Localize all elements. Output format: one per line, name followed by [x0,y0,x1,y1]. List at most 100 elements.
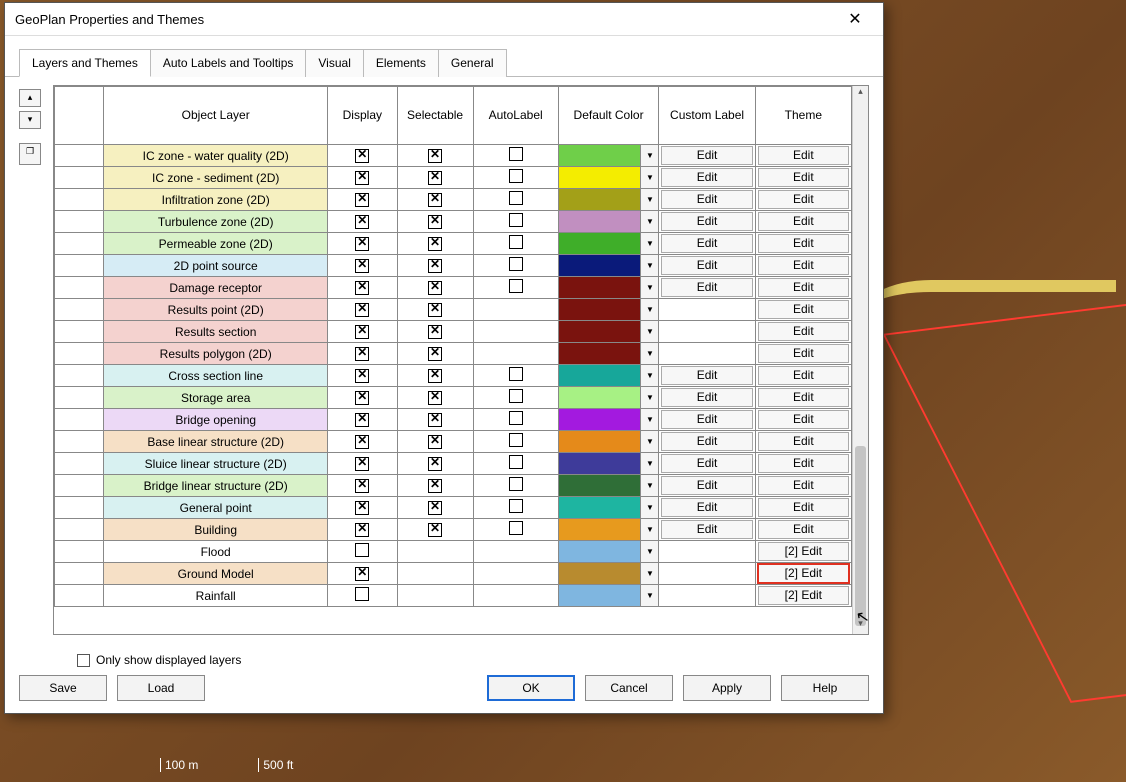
color-cell[interactable]: ▼ [558,563,659,585]
theme-cell[interactable]: Edit [755,189,851,211]
autolabel-cell-checkbox[interactable] [509,433,523,447]
layer-name-cell[interactable]: Results point (2D) [104,299,328,321]
display-cell-checkbox[interactable] [355,435,369,449]
row-header[interactable] [55,321,104,343]
autolabel-cell-checkbox[interactable] [509,279,523,293]
color-cell[interactable]: ▼ [558,255,659,277]
display-cell-checkbox[interactable] [355,215,369,229]
color-dropdown-icon[interactable]: ▼ [640,453,658,474]
theme-cell[interactable]: Edit [755,365,851,387]
autolabel-cell[interactable] [473,475,558,497]
selectable-cell[interactable] [397,519,473,541]
selectable-cell-checkbox[interactable] [428,347,442,361]
color-swatch[interactable] [559,541,641,562]
selectable-cell[interactable] [397,365,473,387]
color-dropdown-icon[interactable]: ▼ [640,585,658,606]
color-dropdown-icon[interactable]: ▼ [640,387,658,408]
theme-cell[interactable]: Edit [755,255,851,277]
custom-label-cell[interactable]: Edit [659,365,755,387]
autolabel-cell[interactable] [473,167,558,189]
display-cell[interactable] [328,541,397,563]
custom-label-cell[interactable]: Edit [659,497,755,519]
copy-icon[interactable]: ❐ [19,143,41,165]
autolabel-cell-checkbox[interactable] [509,257,523,271]
color-cell[interactable]: ▼ [558,167,659,189]
row-header[interactable] [55,475,104,497]
custom-label-cell[interactable]: Edit [659,211,755,233]
custom-label-cell[interactable]: Edit [659,145,755,167]
color-dropdown-icon[interactable]: ▼ [640,343,658,364]
selectable-cell-checkbox[interactable] [428,237,442,251]
color-dropdown-icon[interactable]: ▼ [640,189,658,210]
layer-name-cell[interactable]: Ground Model [104,563,328,585]
theme-cell-button[interactable]: [2] Edit [758,564,849,583]
col-selectable[interactable]: Selectable [397,87,473,145]
selectable-cell[interactable] [397,343,473,365]
custom-label-cell-button[interactable]: Edit [661,256,752,275]
theme-cell-button[interactable]: Edit [758,168,849,187]
custom-label-cell-button[interactable]: Edit [661,366,752,385]
move-up-icon[interactable]: ▴ [19,89,41,107]
selectable-cell[interactable] [397,167,473,189]
layer-name-cell[interactable]: Base linear structure (2D) [104,431,328,453]
color-dropdown-icon[interactable]: ▼ [640,277,658,298]
display-cell-checkbox[interactable] [355,347,369,361]
selectable-cell-checkbox[interactable] [428,435,442,449]
display-cell-checkbox[interactable] [355,237,369,251]
selectable-cell[interactable] [397,387,473,409]
color-swatch[interactable] [559,409,641,430]
color-swatch[interactable] [559,211,641,232]
layer-name-cell[interactable]: IC zone - sediment (2D) [104,167,328,189]
color-cell[interactable]: ▼ [558,541,659,563]
theme-cell-button[interactable]: Edit [758,234,849,253]
selectable-cell-checkbox[interactable] [428,523,442,537]
scroll-thumb[interactable] [855,446,866,626]
row-header[interactable] [55,189,104,211]
custom-label-cell-button[interactable]: Edit [661,410,752,429]
autolabel-cell[interactable] [473,233,558,255]
custom-label-cell[interactable]: Edit [659,475,755,497]
color-dropdown-icon[interactable]: ▼ [640,167,658,188]
theme-cell[interactable]: Edit [755,475,851,497]
help-button[interactable]: Help [781,675,869,701]
row-header[interactable] [55,233,104,255]
selectable-cell[interactable] [397,299,473,321]
theme-cell-button[interactable]: Edit [758,476,849,495]
theme-cell[interactable]: Edit [755,431,851,453]
color-swatch[interactable] [559,365,641,386]
layer-name-cell[interactable]: Rainfall [104,585,328,607]
color-cell[interactable]: ▼ [558,299,659,321]
autolabel-cell-checkbox[interactable] [509,191,523,205]
autolabel-cell[interactable] [473,277,558,299]
color-dropdown-icon[interactable]: ▼ [640,431,658,452]
theme-cell-button[interactable]: Edit [758,146,849,165]
display-cell-checkbox[interactable] [355,457,369,471]
color-swatch[interactable] [559,299,641,320]
color-swatch[interactable] [559,277,641,298]
theme-cell[interactable]: Edit [755,233,851,255]
display-cell[interactable] [328,299,397,321]
theme-cell-button[interactable]: Edit [758,498,849,517]
color-cell[interactable]: ▼ [558,189,659,211]
color-cell[interactable]: ▼ [558,343,659,365]
display-cell[interactable] [328,321,397,343]
custom-label-cell-button[interactable]: Edit [661,454,752,473]
move-down-icon[interactable]: ▾ [19,111,41,129]
color-swatch[interactable] [559,167,641,188]
selectable-cell-checkbox[interactable] [428,193,442,207]
row-header[interactable] [55,585,104,607]
custom-label-cell-button[interactable]: Edit [661,234,752,253]
theme-cell[interactable]: Edit [755,299,851,321]
display-cell-checkbox[interactable] [355,587,369,601]
custom-label-cell[interactable]: Edit [659,189,755,211]
load-button[interactable]: Load [117,675,205,701]
selectable-cell-checkbox[interactable] [428,413,442,427]
display-cell-checkbox[interactable] [355,281,369,295]
custom-label-cell[interactable]: Edit [659,453,755,475]
display-cell-checkbox[interactable] [355,479,369,493]
autolabel-cell-checkbox[interactable] [509,455,523,469]
autolabel-cell[interactable] [473,255,558,277]
selectable-cell-checkbox[interactable] [428,259,442,273]
row-header[interactable] [55,211,104,233]
display-cell-checkbox[interactable] [355,567,369,581]
